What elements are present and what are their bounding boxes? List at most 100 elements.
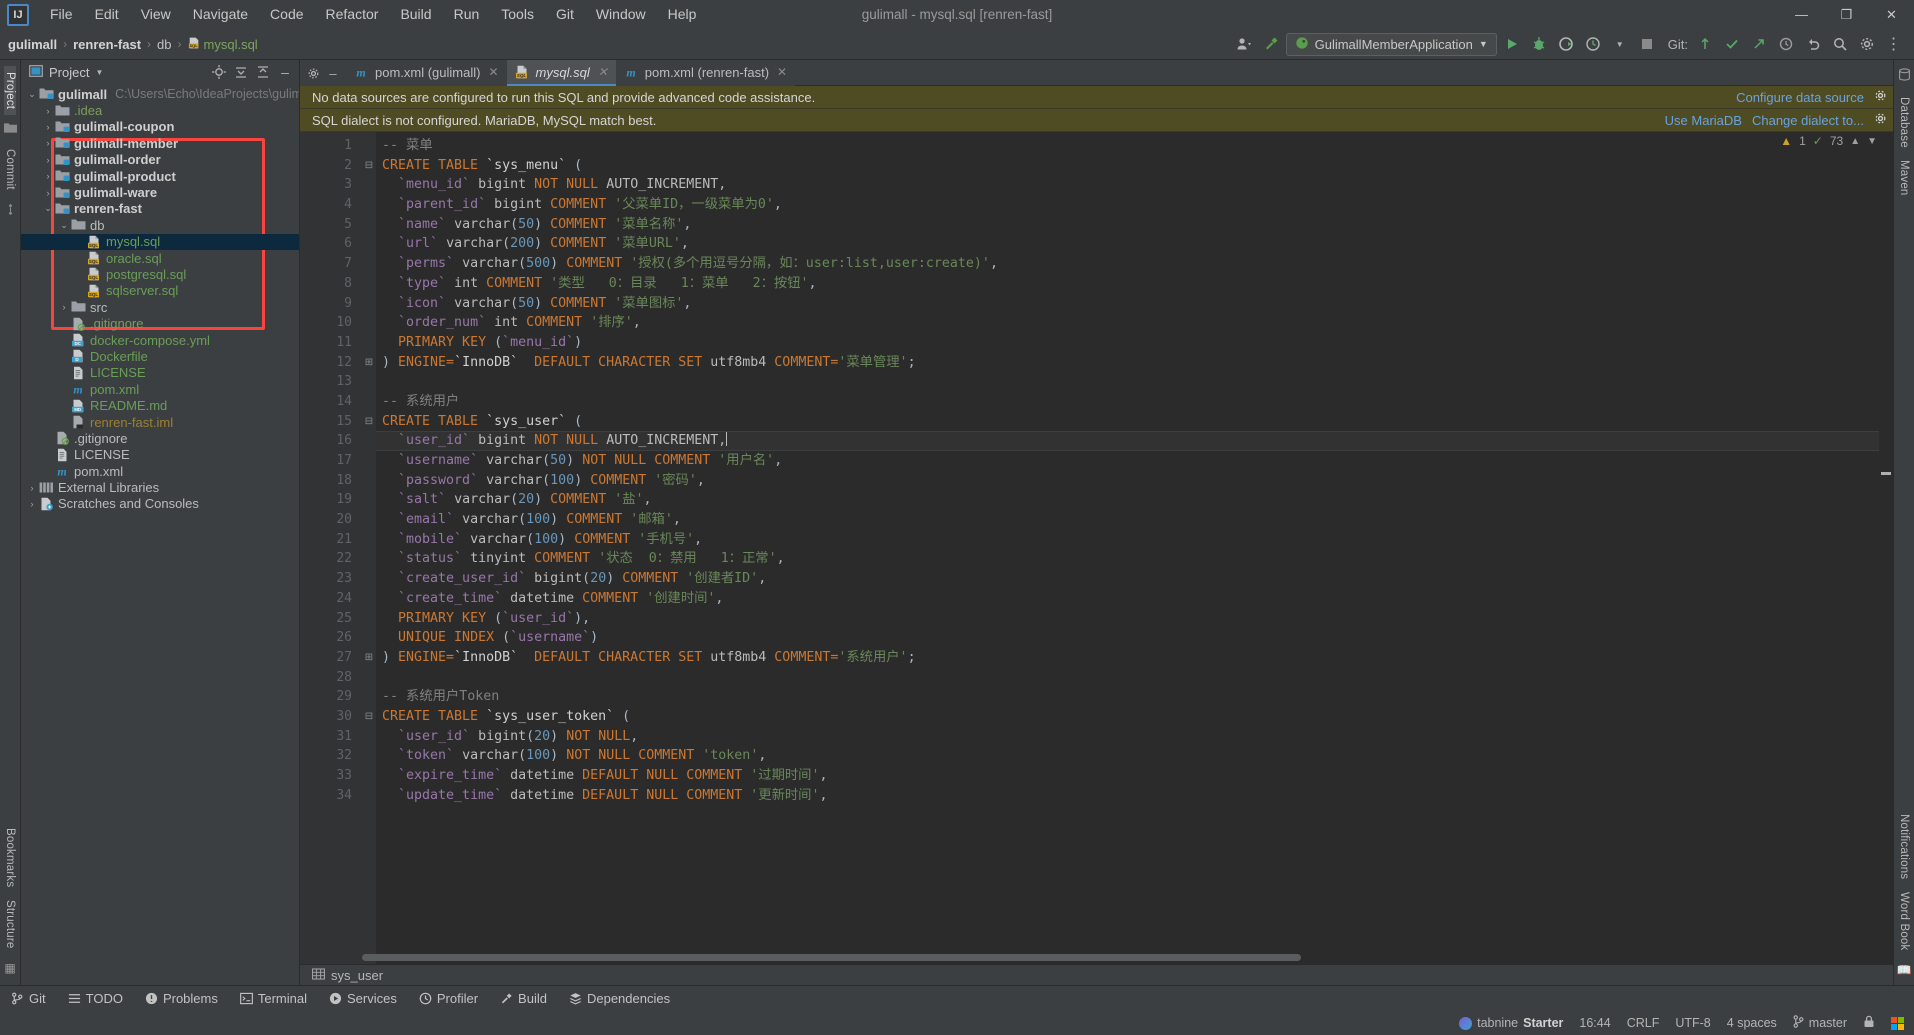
code-line[interactable]: `user_id` bigint NOT NULL AUTO_INCREMENT… (376, 431, 1893, 451)
tree-item-sqlserver-sql[interactable]: SQLsqlserver.sql (21, 283, 299, 299)
tree-item-renren-fast-iml[interactable]: renren-fast.iml (21, 414, 299, 430)
code-line[interactable]: CREATE TABLE `sys_menu` ( (376, 156, 1893, 176)
code-line[interactable]: UNIQUE INDEX (`username`) (376, 628, 1893, 648)
code-line[interactable]: `create_user_id` bigint(20) COMMENT '创建者… (376, 569, 1893, 589)
close-button[interactable]: ✕ (1869, 0, 1914, 29)
stop-icon[interactable] (1635, 32, 1659, 56)
chevron-right-icon[interactable]: › (41, 188, 55, 198)
tree-item-db[interactable]: ⌄db (21, 217, 299, 233)
settings-gear-icon[interactable] (1855, 32, 1879, 56)
code-line[interactable]: -- 系统用户Token (376, 687, 1893, 707)
menu-window[interactable]: Window (585, 0, 657, 29)
tree-item-gulimall-product[interactable]: ›gulimall-product (21, 168, 299, 184)
chevron-right-icon[interactable]: › (41, 155, 55, 165)
gear-icon[interactable] (1874, 112, 1887, 128)
code-fold-toggle-icon[interactable]: ⊟ (362, 707, 376, 727)
tool-window-build[interactable]: Build (489, 986, 558, 1011)
rail-item-database[interactable]: Database (1898, 91, 1910, 154)
breadcrumb-item-db[interactable]: db (157, 37, 171, 52)
chevron-down-icon[interactable]: ▼ (95, 68, 103, 77)
breadcrumb-table-name[interactable]: sys_user (331, 968, 383, 983)
build-hammer-icon[interactable] (1259, 32, 1283, 56)
indent-widget[interactable]: 4 spaces (1727, 1016, 1777, 1030)
line-separator-widget[interactable]: CRLF (1627, 1016, 1660, 1030)
close-tab-icon[interactable]: ✕ (488, 65, 498, 79)
tree-item-external-libraries[interactable]: ›External Libraries (21, 479, 299, 495)
tree-item-license[interactable]: LICENSE (21, 365, 299, 381)
menu-build[interactable]: Build (389, 0, 442, 29)
notification-link-change-dialect-to-[interactable]: Change dialect to... (1752, 113, 1864, 128)
breadcrumb-item-renren-fast[interactable]: renren-fast (73, 37, 141, 52)
code-line[interactable] (376, 372, 1893, 392)
chevron-right-icon[interactable]: › (41, 138, 55, 148)
more-options-icon[interactable]: ⋮ (1882, 32, 1906, 56)
code-line[interactable]: PRIMARY KEY (`user_id`), (376, 609, 1893, 629)
code-line[interactable]: -- 系统用户 (376, 392, 1893, 412)
inspection-widget[interactable]: ▲ 1 ✓ 73 ▲ ▼ (1780, 134, 1877, 148)
chevron-up-icon[interactable]: ▲ (1850, 136, 1860, 147)
tabnine-status[interactable]: tabnine Starter (1459, 1016, 1563, 1030)
editor-tab-mysql-sql[interactable]: SQLmysql.sql✕ (507, 60, 616, 86)
menu-git[interactable]: Git (545, 0, 585, 29)
minimize-button[interactable]: — (1779, 0, 1824, 29)
tree-item-gulimall[interactable]: ⌄gulimallC:\Users\Echo\IdeaProjects\guli… (21, 86, 299, 102)
rail-item-maven[interactable]: Maven (1898, 154, 1910, 202)
tree-item-renren-fast[interactable]: ⌄renren-fast (21, 201, 299, 217)
chevron-down-icon[interactable]: ⌄ (41, 203, 55, 214)
tree-item-oracle-sql[interactable]: SQLoracle.sql (21, 250, 299, 266)
tool-window-services[interactable]: Services (318, 986, 408, 1011)
tree-item-gulimall-ware[interactable]: ›gulimall-ware (21, 184, 299, 200)
code-line[interactable]: `order_num` int COMMENT '排序', (376, 313, 1893, 333)
tool-window-git[interactable]: Git (0, 986, 57, 1011)
code-line[interactable]: `update_time` datetime DEFAULT NULL COMM… (376, 786, 1893, 806)
chevron-right-icon[interactable]: › (41, 122, 55, 132)
rail-item-structure[interactable]: Structure (4, 894, 16, 954)
tree-item-docker-compose-yml[interactable]: DCdocker-compose.yml (21, 332, 299, 348)
code-line[interactable]: ) ENGINE=`InnoDB` DEFAULT CHARACTER SET … (376, 648, 1893, 668)
git-branch-widget[interactable]: master (1793, 1015, 1847, 1031)
tool-window-profiler[interactable]: Profiler (408, 986, 489, 1011)
run-configuration-selector[interactable]: GulimallMemberApplication ▼ (1286, 33, 1497, 56)
notification-link-configure-data-source[interactable]: Configure data source (1736, 90, 1864, 105)
git-history-icon[interactable] (1774, 32, 1798, 56)
chevron-down-icon[interactable]: ▼ (1867, 136, 1877, 147)
chevron-right-icon[interactable]: › (57, 302, 71, 312)
search-everywhere-icon[interactable] (1828, 32, 1852, 56)
editor-tab-pom-xml-renren-fast-[interactable]: mpom.xml (renren-fast)✕ (616, 60, 795, 86)
project-tree[interactable]: ⌄gulimallC:\Users\Echo\IdeaProjects\guli… (21, 84, 299, 985)
tree-item--idea[interactable]: ›.idea (21, 102, 299, 118)
code-line[interactable]: -- 菜单 (376, 136, 1893, 156)
menu-file[interactable]: File (39, 0, 84, 29)
menu-run[interactable]: Run (443, 0, 491, 29)
tree-item-readme-md[interactable]: MDREADME.md (21, 397, 299, 413)
chevron-right-icon[interactable]: › (25, 499, 39, 509)
maximize-button[interactable]: ❐ (1824, 0, 1869, 29)
code-content[interactable]: -- 菜单CREATE TABLE `sys_menu` ( `menu_id`… (376, 132, 1893, 964)
code-line[interactable]: `username` varchar(50) NOT NULL COMMENT … (376, 451, 1893, 471)
tree-item-gulimall-coupon[interactable]: ›gulimall-coupon (21, 119, 299, 135)
error-stripe-mark[interactable] (1881, 472, 1891, 475)
code-fold-toggle-icon[interactable]: ⊞ (362, 648, 376, 668)
code-line[interactable]: CREATE TABLE `sys_user_token` ( (376, 707, 1893, 727)
breadcrumb-item-mysql-sql[interactable]: SQLmysql.sql (188, 37, 258, 52)
rail-item-commit[interactable]: Commit (4, 143, 16, 196)
menu-tools[interactable]: Tools (490, 0, 545, 29)
code-line[interactable]: `parent_id` bigint COMMENT '父菜单ID，一级菜单为0… (376, 195, 1893, 215)
tree-item-gulimall-order[interactable]: ›gulimall-order (21, 152, 299, 168)
code-line[interactable]: `status` tinyint COMMENT '状态 0：禁用 1：正常', (376, 549, 1893, 569)
code-line[interactable]: `email` varchar(100) COMMENT '邮箱', (376, 510, 1893, 530)
code-line[interactable]: CREATE TABLE `sys_user` ( (376, 412, 1893, 432)
hide-editor-icon[interactable]: – (324, 64, 342, 82)
code-line[interactable]: `url` varchar(200) COMMENT '菜单URL', (376, 234, 1893, 254)
chevron-down-icon[interactable]: ▼ (1608, 32, 1632, 56)
tree-item-dockerfile[interactable]: DDockerfile (21, 348, 299, 364)
collapse-all-icon[interactable] (253, 62, 273, 82)
tree-item-mysql-sql[interactable]: SQLmysql.sql (21, 234, 299, 250)
chevron-right-icon[interactable]: › (41, 171, 55, 181)
tool-window-todo[interactable]: TODO (57, 986, 134, 1011)
project-panel-title-group[interactable]: Project ▼ (29, 65, 103, 80)
error-stripe-marks[interactable] (1879, 132, 1893, 964)
code-editor[interactable]: ▲ 1 ✓ 73 ▲ ▼ 123456789101112131415161718… (300, 132, 1893, 964)
code-line[interactable]: `type` int COMMENT '类型 0：目录 1：菜单 2：按钮', (376, 274, 1893, 294)
menu-view[interactable]: View (130, 0, 182, 29)
